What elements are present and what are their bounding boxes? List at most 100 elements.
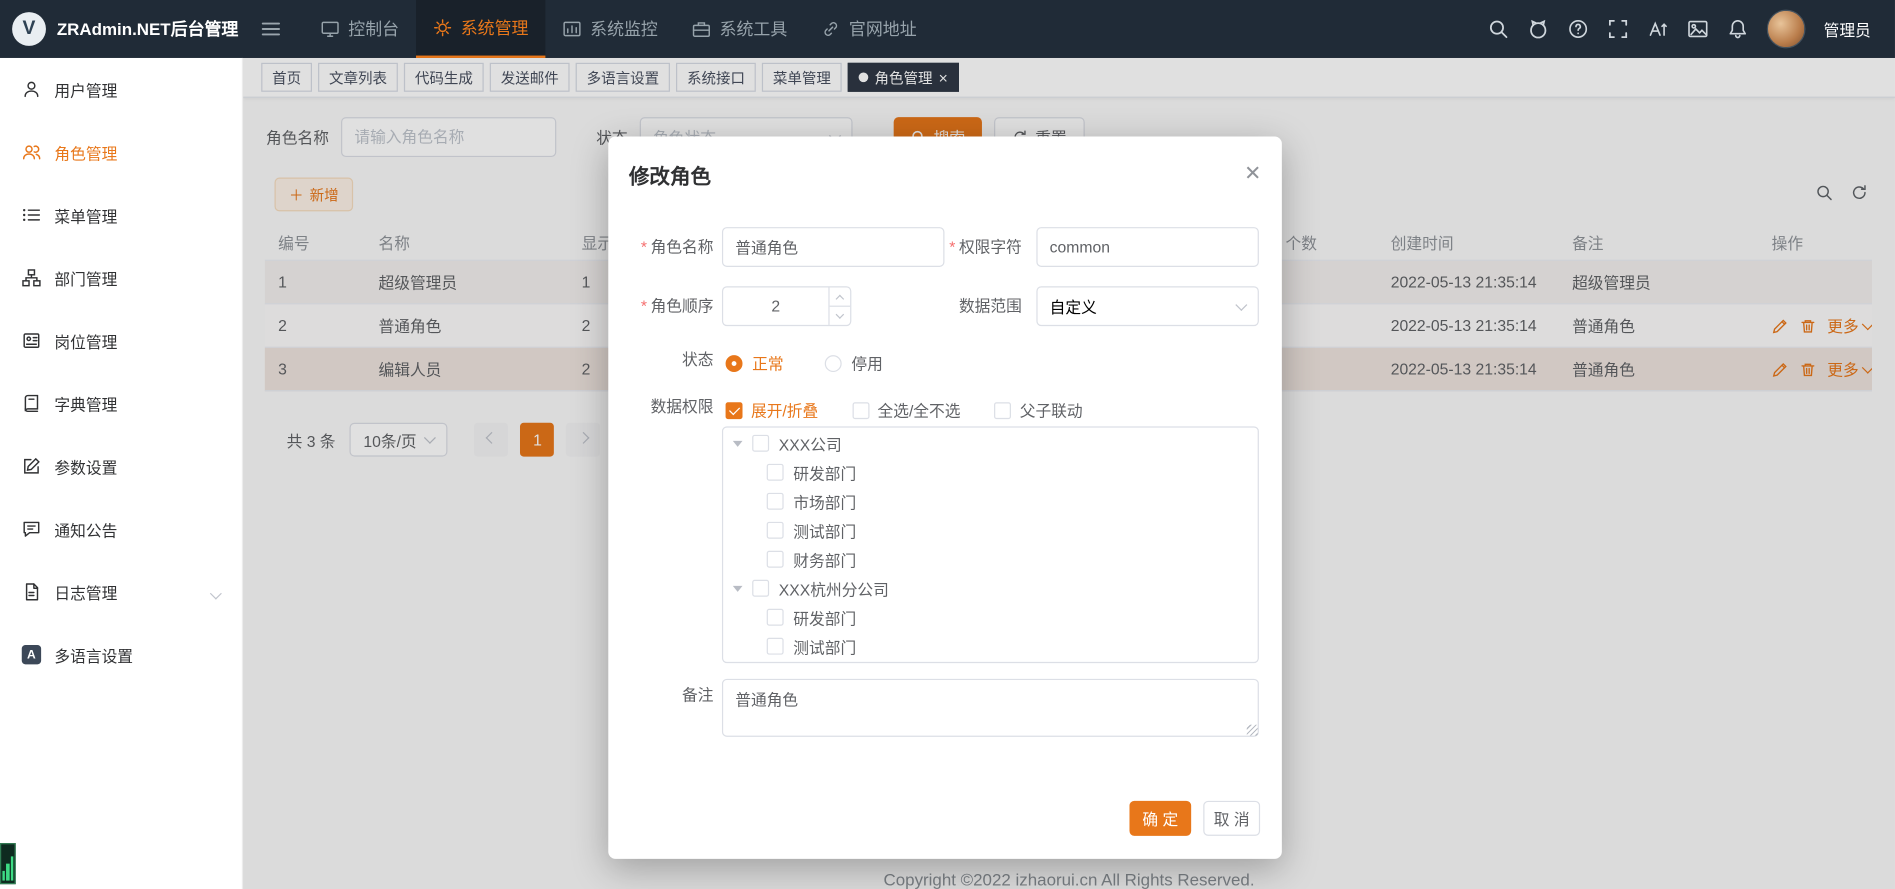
chat-icon (22, 519, 41, 538)
textarea-resize-handle[interactable] (1247, 725, 1258, 736)
tree-node-checkbox[interactable] (767, 609, 784, 626)
nav-item-label: 系统监控 (590, 17, 658, 41)
tree-node-checkbox[interactable] (767, 522, 784, 539)
bell-icon[interactable] (1727, 18, 1749, 40)
top-header: V ZRAdmin.NET后台管理 控制台 系统管理 系统监控 系统工具 (0, 0, 1895, 58)
sidebar-item-post-manage[interactable]: 岗位管理 (0, 309, 242, 372)
tree-node[interactable]: 财务部门 (723, 545, 1258, 574)
tree-node-checkbox[interactable] (767, 464, 784, 481)
radio-disabled[interactable] (825, 355, 842, 372)
tree-node[interactable]: XXX杭州分公司 (723, 574, 1258, 603)
caret-down-icon[interactable] (733, 585, 743, 591)
status-label: 状态 (608, 343, 713, 377)
role-name-input[interactable] (722, 227, 945, 267)
corner-monitor-widget[interactable] (0, 843, 16, 884)
tree-node-checkbox[interactable] (752, 435, 769, 452)
tree-node-label[interactable]: 测试部门 (793, 635, 856, 658)
user-name[interactable]: 管理员 (1824, 18, 1871, 41)
tree-node-checkbox[interactable] (752, 580, 769, 597)
tree-node[interactable]: 测试部门 (723, 516, 1258, 545)
toolbox-icon (692, 19, 711, 38)
tree-node-label[interactable]: XXX杭州分公司 (779, 577, 889, 600)
help-icon[interactable] (1567, 18, 1589, 40)
caret-down-icon[interactable] (733, 440, 743, 446)
role-key-input[interactable] (1036, 227, 1259, 267)
sidebar-item-i18n-settings[interactable]: A 多语言设置 (0, 623, 242, 686)
sidebar-item-dept-manage[interactable]: 部门管理 (0, 246, 242, 309)
font-size-icon[interactable] (1647, 18, 1669, 40)
chevron-down-icon (212, 583, 220, 601)
tree-node-checkbox[interactable] (767, 638, 784, 655)
nav-item-system-monitor[interactable]: 系统监控 (545, 0, 674, 58)
sidebar-item-notice[interactable]: 通知公告 (0, 498, 242, 561)
checkbox-select-all-label[interactable]: 全选/全不选 (877, 399, 960, 422)
org-tree-icon (22, 268, 41, 287)
tree-node-label[interactable]: XXX公司 (779, 432, 842, 455)
sidebar-item-label: 角色管理 (54, 141, 117, 164)
checkbox-expand-collapse[interactable] (726, 402, 743, 419)
top-nav: 控制台 系统管理 系统监控 系统工具 官网地址 (304, 0, 934, 58)
sidebar-item-menu-manage[interactable]: 菜单管理 (0, 184, 242, 247)
nav-item-system-tools[interactable]: 系统工具 (675, 0, 804, 58)
locale-image-icon[interactable] (1687, 18, 1709, 40)
sidebar-item-user-manage[interactable]: 用户管理 (0, 58, 242, 121)
stepper-up-button[interactable] (830, 287, 851, 306)
fullscreen-icon[interactable] (1607, 18, 1629, 40)
user-avatar[interactable] (1767, 10, 1806, 49)
dialog-close-icon[interactable]: ✕ (1244, 163, 1261, 184)
tree-node-checkbox[interactable] (767, 493, 784, 510)
tree-node-checkbox[interactable] (767, 551, 784, 568)
stepper-controls (828, 287, 850, 324)
list-icon (22, 205, 41, 224)
app-logo[interactable]: V ZRAdmin.NET后台管理 (0, 12, 243, 46)
radio-disabled-label[interactable]: 停用 (851, 351, 882, 374)
sidebar-item-label: 通知公告 (54, 518, 117, 541)
chevron-up-icon (836, 294, 845, 303)
sidebar-item-label: 部门管理 (54, 266, 117, 289)
role-order-input[interactable] (723, 287, 828, 324)
search-icon[interactable] (1487, 18, 1509, 40)
radio-normal[interactable] (726, 355, 743, 372)
tree-node-label[interactable]: 市场部门 (793, 490, 856, 513)
remark-textarea[interactable]: 普通角色 (722, 679, 1259, 737)
tree-node[interactable]: XXX公司 (723, 429, 1258, 458)
chart-monitor-icon (562, 19, 581, 38)
sidebar-item-label: 菜单管理 (54, 204, 117, 227)
cancel-button[interactable]: 取 消 (1203, 801, 1260, 836)
tree-node[interactable]: 测试部门 (723, 632, 1258, 661)
nav-item-label: 系统管理 (461, 16, 529, 40)
role-order-stepper (722, 286, 851, 326)
tree-node-label[interactable]: 财务部门 (793, 548, 856, 571)
sidebar-item-label: 多语言设置 (54, 643, 133, 666)
sidebar-toggle-icon[interactable] (260, 18, 282, 40)
tree-node[interactable]: 市场部门 (723, 487, 1258, 516)
sidebar-item-role-manage[interactable]: 角色管理 (0, 121, 242, 184)
confirm-button[interactable]: 确 定 (1129, 801, 1191, 836)
sidebar-item-log-manage[interactable]: 日志管理 (0, 560, 242, 623)
nav-item-system-manage[interactable]: 系统管理 (416, 0, 545, 58)
checkbox-parent-child-link[interactable] (994, 402, 1011, 419)
tree-node[interactable]: 研发部门 (723, 458, 1258, 487)
tree-node-label[interactable]: 测试部门 (793, 519, 856, 542)
tree-node-label[interactable]: 研发部门 (793, 606, 856, 629)
tree-node-label[interactable]: 研发部门 (793, 461, 856, 484)
mini-bar (10, 856, 13, 880)
github-icon[interactable] (1527, 18, 1549, 40)
permission-tree: XXX公司 研发部门 市场部门 测试部门 财务部门 XXX杭州分公司 (722, 426, 1259, 663)
sidebar-item-dict-manage[interactable]: 字典管理 (0, 372, 242, 435)
nav-item-console[interactable]: 控制台 (304, 0, 416, 58)
tree-node[interactable]: 研发部门 (723, 603, 1258, 632)
language-icon: A (22, 645, 41, 664)
required-asterisk: * (641, 297, 647, 315)
users-icon (22, 143, 41, 162)
user-icon (22, 80, 41, 99)
radio-normal-label[interactable]: 正常 (752, 351, 783, 374)
stepper-down-button[interactable] (830, 307, 851, 325)
nav-item-website[interactable]: 官网地址 (804, 0, 933, 58)
checkbox-expand-collapse-label[interactable]: 展开/折叠 (751, 399, 818, 422)
required-asterisk: * (641, 238, 647, 256)
checkbox-select-all[interactable] (852, 402, 869, 419)
data-scope-select[interactable]: 自定义 (1036, 286, 1259, 326)
checkbox-parent-child-link-label[interactable]: 父子联动 (1020, 399, 1083, 422)
sidebar-item-param-settings[interactable]: 参数设置 (0, 435, 242, 498)
